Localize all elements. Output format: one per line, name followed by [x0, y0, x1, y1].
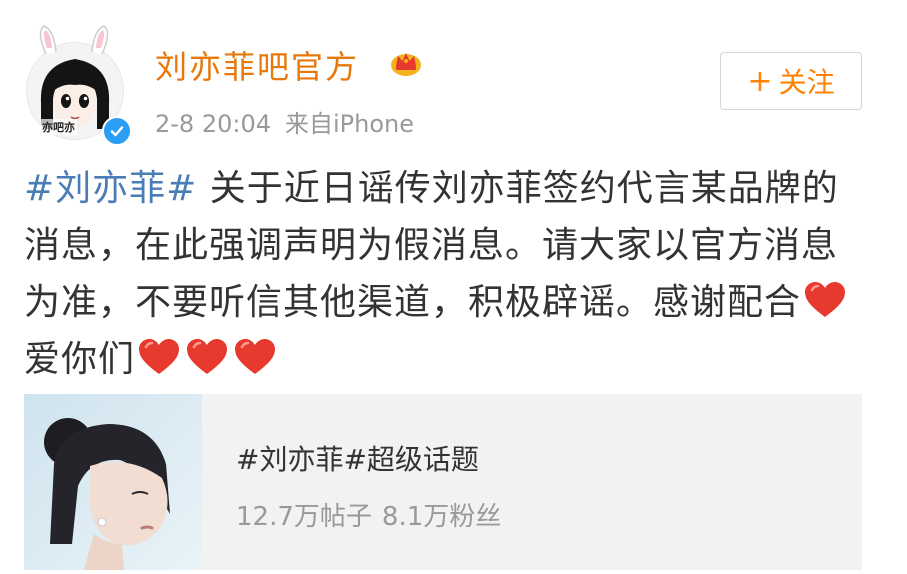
- post-time: 2-8 20:04: [155, 110, 271, 138]
- heart-emoji-icon: [805, 282, 846, 317]
- bunny-ears-icon: [39, 25, 109, 55]
- topic-post-count: 12.7万帖子: [236, 502, 372, 532]
- post-meta: 2-8 20:04 来自iPhone: [155, 104, 414, 139]
- post-text: #刘亦菲# 关于近日谣传刘亦菲签约代言某品牌的消息，在此强调声明为假消息。请大家…: [24, 160, 864, 388]
- weibo-post: 亦吧亦 刘亦菲吧官方 2-8 20:04 来自iPhone + 关注 #刘亦菲# 关…: [0, 0, 907, 574]
- avatar-caption: 亦吧亦: [40, 119, 77, 135]
- verified-badge-icon: [102, 116, 132, 146]
- crown-badge-icon[interactable]: [388, 46, 424, 78]
- topic-fan-count: 8.1万粉丝: [381, 502, 502, 532]
- follow-button[interactable]: + 关注: [720, 52, 862, 110]
- super-topic-card[interactable]: #刘亦菲#超级话题 12.7万帖子 8.1万粉丝: [24, 394, 862, 570]
- hashtag-link[interactable]: #刘亦菲#: [24, 168, 197, 209]
- plus-icon: +: [747, 63, 773, 99]
- heart-emoji-icon: [187, 339, 228, 374]
- post-love-text: 爱你们: [24, 339, 136, 380]
- topic-title: #刘亦菲#超级话题: [236, 443, 479, 476]
- avatar-container[interactable]: 亦吧亦: [18, 24, 132, 146]
- post-source: 来自iPhone: [285, 110, 415, 138]
- username[interactable]: 刘亦菲吧官方: [155, 42, 359, 88]
- follow-label: 关注: [778, 66, 835, 99]
- topic-thumbnail: [24, 394, 202, 570]
- heart-emoji-icon: [139, 339, 180, 374]
- topic-stats: 12.7万帖子 8.1万粉丝: [236, 496, 501, 533]
- heart-emoji-icon: [235, 339, 276, 374]
